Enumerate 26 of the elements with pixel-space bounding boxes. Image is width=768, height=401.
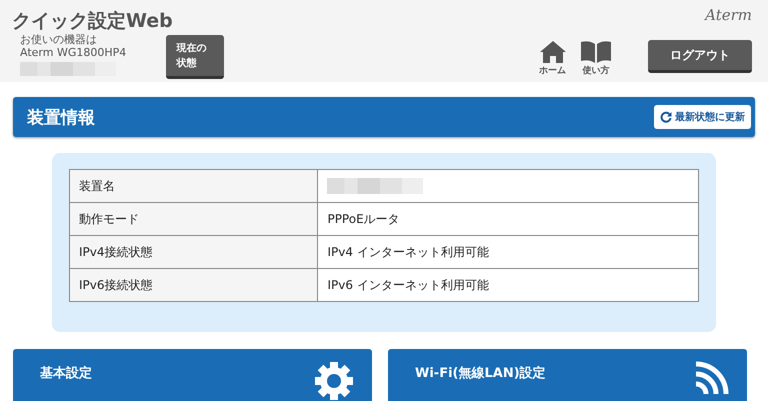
refresh-icon (660, 111, 672, 123)
settings-card[interactable]: 基本設定 (13, 349, 372, 401)
table-cell: IPv4接続状態 (70, 236, 318, 268)
table-cell: PPPoEルータ (318, 202, 698, 236)
logout-button[interactable]: ログアウト (648, 40, 752, 73)
refresh-button[interactable]: 最新状態に更新 (654, 105, 751, 129)
table-cell: IPv6 インターネット利用可能 (318, 268, 698, 302)
table-cell: IPv4 インターネット利用可能 (318, 236, 698, 268)
table-cell: 装置名 (70, 170, 318, 202)
logo: Aterm (705, 6, 752, 24)
device-label: お使いの機器は (20, 33, 98, 46)
card-title: Wi-Fi(無線LAN)設定 (415, 364, 546, 383)
table-cell: 動作モード (70, 202, 318, 236)
nav-link[interactable]: ホーム (539, 41, 566, 77)
settings-icon (314, 361, 354, 401)
nav-link[interactable]: 使い方 (580, 41, 612, 77)
settings-card[interactable]: Wi-Fi(無線LAN)設定 (388, 349, 747, 401)
status-button[interactable]: 現在の状態 (166, 35, 224, 79)
wifi-icon (693, 361, 729, 397)
device-model: Aterm WG1800HP4 (20, 46, 126, 59)
section-title: 装置情報 (27, 106, 95, 128)
table-cell: IPv6接続状態 (70, 268, 318, 302)
home-icon (540, 41, 566, 63)
book-icon (580, 41, 612, 63)
app-title: クイック設定Web (12, 9, 174, 33)
card-title: 基本設定 (40, 364, 92, 383)
